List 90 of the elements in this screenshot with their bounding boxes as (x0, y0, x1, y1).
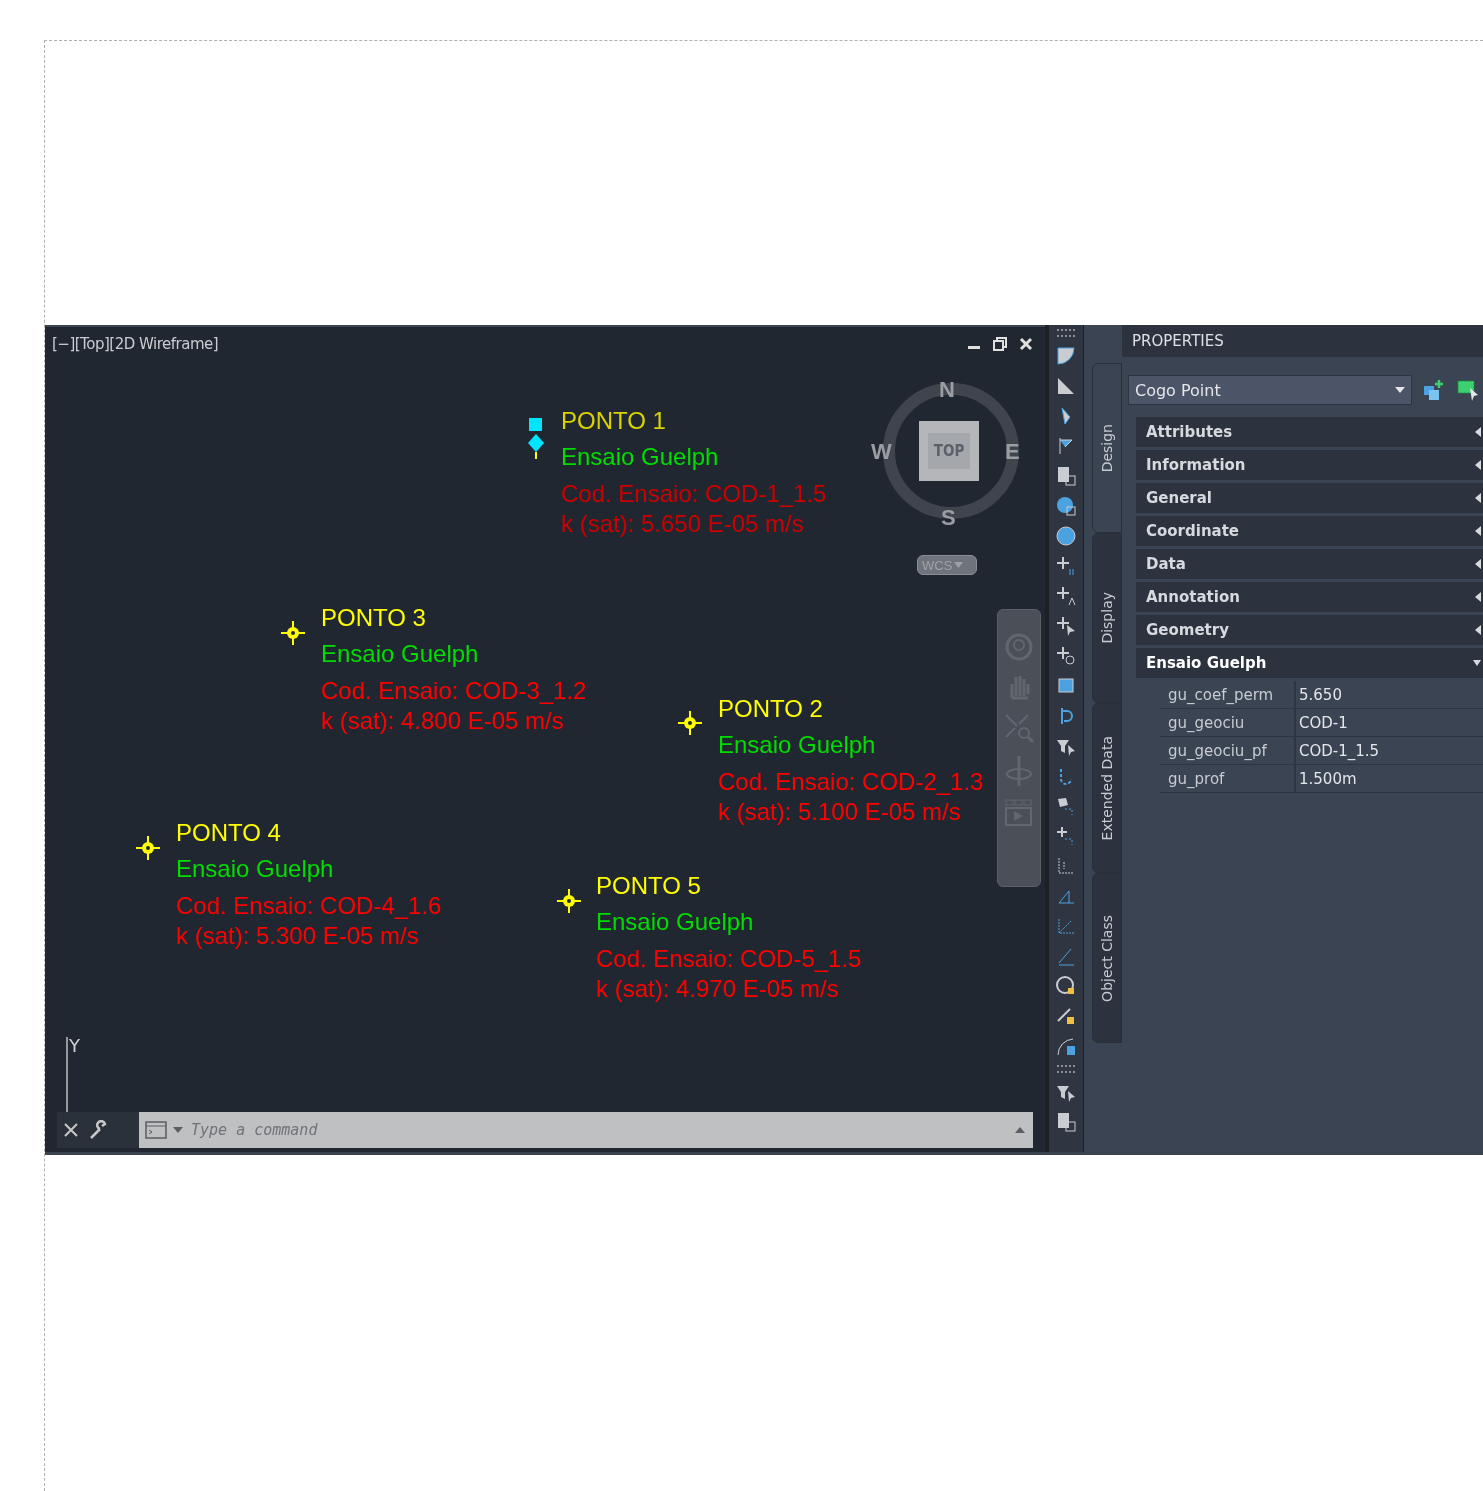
point-zoom-icon[interactable] (1055, 645, 1077, 667)
grip-handle[interactable] (1057, 329, 1075, 337)
point-title: PONTO 3 (321, 603, 427, 633)
property-value[interactable]: COD-1 (1296, 709, 1483, 736)
caret-up-icon[interactable] (1015, 1127, 1025, 1133)
compass-west[interactable]: W (871, 439, 892, 465)
point-code: Cod. Ensaio: COD-3_1.2 (321, 676, 587, 706)
side-tab[interactable]: Display (1092, 533, 1122, 703)
section-header[interactable]: Coordinate (1136, 516, 1483, 546)
caret-icon (1473, 493, 1481, 503)
property-name: gu_prof (1160, 765, 1296, 792)
point-subtitle: Ensaio Guelph (561, 442, 720, 472)
section-header[interactable]: Geometry (1136, 615, 1483, 645)
point-code: Cod. Ensaio: COD-5_1.5 (596, 944, 862, 974)
caret-icon (1473, 526, 1481, 536)
point-permeability: k (sat): 5.650 E-05 m/s (561, 509, 805, 539)
point-title: PONTO 4 (176, 818, 282, 848)
side-tab[interactable]: Design (1092, 363, 1122, 533)
point-permeability: k (sat): 5.100 E-05 m/s (718, 797, 962, 827)
section-header[interactable]: Annotation (1136, 582, 1483, 612)
point-letter-icon[interactable] (1055, 585, 1077, 607)
restore-icon[interactable] (993, 337, 1007, 351)
y-axis-label: Y (69, 1035, 80, 1056)
viewport-label[interactable]: [−][Top][2D Wireframe] (52, 335, 219, 353)
caret-icon (1473, 625, 1481, 635)
compass-south[interactable]: S (941, 505, 956, 531)
caret-icon (1473, 658, 1481, 668)
document-grid-icon[interactable] (1055, 1111, 1077, 1133)
circle-brush-icon[interactable] (1055, 975, 1077, 997)
grip-handle[interactable] (1057, 1065, 1075, 1073)
line-brush-icon[interactable] (1055, 1005, 1077, 1027)
section-header[interactable]: Ensaio Guelph (1136, 648, 1483, 678)
crosshair-icon[interactable] (677, 710, 703, 736)
caret-icon (1473, 427, 1481, 437)
side-tab[interactable]: Extended Data (1092, 703, 1122, 873)
point-title: PONTO 1 (561, 406, 667, 436)
point-hash-icon[interactable] (1055, 555, 1077, 577)
section-header[interactable]: General (1136, 483, 1483, 513)
palette-title: PROPERTIES (1132, 332, 1224, 350)
property-value[interactable]: 1.500m (1296, 765, 1483, 792)
crosshair-icon[interactable] (135, 835, 161, 861)
globe-icon[interactable] (1055, 525, 1077, 547)
point-permeability: k (sat): 5.300 E-05 m/s (176, 921, 420, 951)
crosshair-icon[interactable] (556, 888, 582, 914)
close-icon[interactable] (63, 1122, 79, 1138)
wrench-icon[interactable] (89, 1120, 109, 1140)
point-cursor-icon[interactable] (1055, 615, 1077, 637)
property-value[interactable]: 5.650 (1296, 681, 1483, 708)
point-code: Cod. Ensaio: COD-1_1.5 (561, 479, 827, 509)
object-type-dropdown[interactable]: Cogo Point (1128, 375, 1412, 405)
section-header[interactable]: Attributes (1136, 417, 1483, 447)
command-input[interactable]: Type a command (189, 1120, 1009, 1140)
caret-icon (1395, 387, 1405, 393)
point-subtitle: Ensaio Guelph (718, 730, 877, 760)
triangle-icon[interactable] (1055, 375, 1077, 397)
caret-icon (1473, 559, 1481, 569)
command-line-field[interactable]: Type a command (139, 1112, 1033, 1148)
compass-north[interactable]: N (939, 377, 955, 403)
point-code: Cod. Ensaio: COD-4_1.6 (176, 891, 442, 921)
point-subtitle: Ensaio Guelph (176, 854, 335, 884)
add-selection-icon[interactable] (1422, 378, 1446, 402)
globe-grid-icon[interactable] (1055, 495, 1077, 517)
caret-icon (1473, 460, 1481, 470)
crosshair-icon[interactable] (280, 620, 306, 646)
point-subtitle: Ensaio Guelph (596, 907, 755, 937)
caret-icon (954, 562, 964, 568)
terminal-icon[interactable] (145, 1121, 167, 1139)
select-objects-icon[interactable] (1456, 378, 1480, 402)
property-name: gu_geociu (1160, 709, 1296, 736)
point-permeability: k (sat): 4.800 E-05 m/s (321, 706, 565, 736)
property-name: gu_geociu_pf (1160, 737, 1296, 764)
cube-face-label: TOP (927, 433, 971, 469)
point-code: Cod. Ensaio: COD-2_1.3 (718, 767, 984, 797)
grip-icon[interactable] (525, 418, 547, 460)
section-header[interactable]: Data (1136, 549, 1483, 579)
drawing-viewport[interactable] (45, 325, 1045, 1152)
side-tab[interactable]: Object Class (1092, 873, 1122, 1043)
compass-east[interactable]: E (1005, 439, 1020, 465)
close-icon[interactable] (1019, 337, 1033, 351)
property-name: gu_coef_perm (1160, 681, 1296, 708)
point-title: PONTO 5 (596, 871, 702, 901)
property-value[interactable]: COD-1_1.5 (1296, 737, 1483, 764)
point-subtitle: Ensaio Guelph (321, 639, 480, 669)
section-header[interactable]: Information (1136, 450, 1483, 480)
caret-icon[interactable] (173, 1127, 183, 1133)
point-title: PONTO 2 (718, 694, 824, 724)
point-permeability: k (sat): 4.970 E-05 m/s (596, 974, 840, 1004)
document-grid-icon[interactable] (1055, 465, 1077, 487)
arc-table-icon[interactable] (1055, 1035, 1077, 1057)
caret-icon (1473, 592, 1481, 602)
